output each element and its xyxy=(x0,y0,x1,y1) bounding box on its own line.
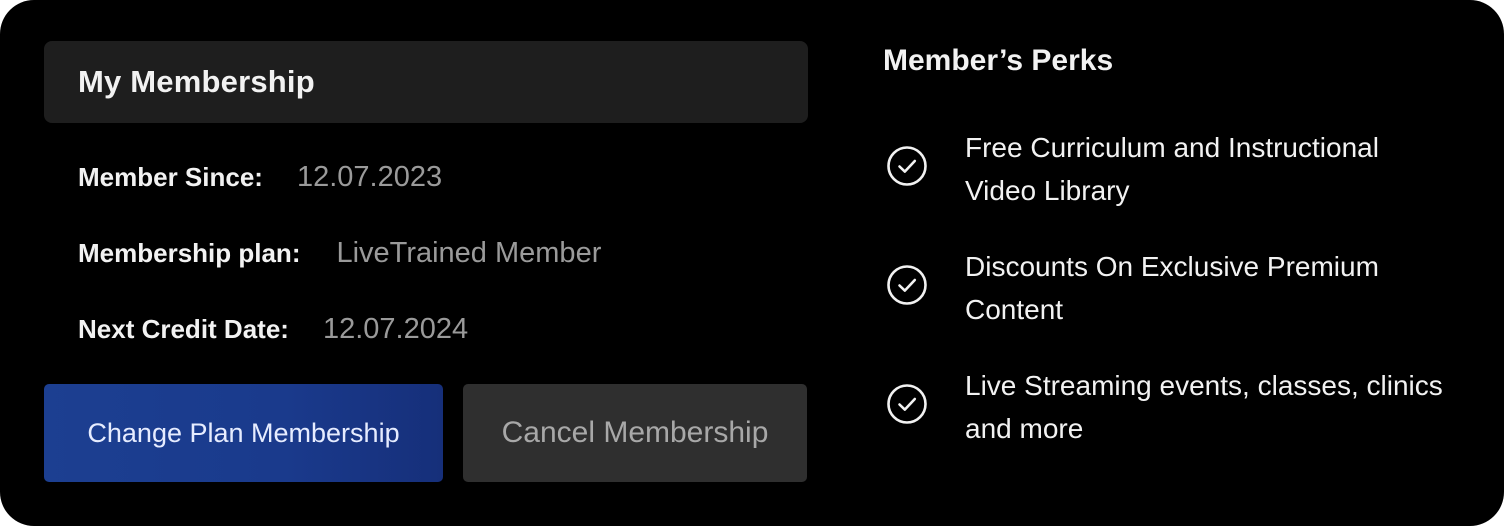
member-since-value: 12.07.2023 xyxy=(296,161,443,193)
membership-title: My Membership xyxy=(78,64,315,99)
member-since-row: Member Since: 12.07.2023 xyxy=(78,161,442,194)
perks-title: Member’s Perks xyxy=(883,44,1114,77)
change-plan-button[interactable]: Change Plan Membership xyxy=(44,384,443,482)
check-circle-icon xyxy=(887,146,927,186)
perk-text: Discounts On Exclusive Premium Content xyxy=(965,251,1379,325)
cancel-membership-button-label: Cancel Membership xyxy=(501,416,769,449)
next-credit-date-value: 12.07.2024 xyxy=(322,313,469,345)
check-circle-icon xyxy=(887,265,927,305)
check-circle-icon xyxy=(887,384,927,424)
next-credit-date-row: Next Credit Date: 12.07.2024 xyxy=(78,313,468,346)
change-plan-button-label: Change Plan Membership xyxy=(87,417,400,448)
perk-text: Live Streaming events, classes, clinics … xyxy=(965,370,1443,444)
membership-card: My Membership Member Since: 12.07.2023 M… xyxy=(0,0,1504,526)
cancel-membership-button[interactable]: Cancel Membership xyxy=(463,384,807,482)
perks-section: Member’s Perks Free Curriculum and Instr… xyxy=(883,44,1463,444)
membership-plan-label: Membership plan: xyxy=(78,238,301,268)
perk-text: Free Curriculum and Instructional Video … xyxy=(965,132,1379,206)
next-credit-date-label: Next Credit Date: xyxy=(78,314,289,344)
membership-section: My Membership Member Since: 12.07.2023 M… xyxy=(44,41,808,482)
membership-header: My Membership xyxy=(44,41,808,123)
member-since-label: Member Since: xyxy=(78,162,263,192)
membership-plan-row: Membership plan: LiveTrained Member xyxy=(78,237,601,270)
membership-plan-value: LiveTrained Member xyxy=(336,237,602,269)
